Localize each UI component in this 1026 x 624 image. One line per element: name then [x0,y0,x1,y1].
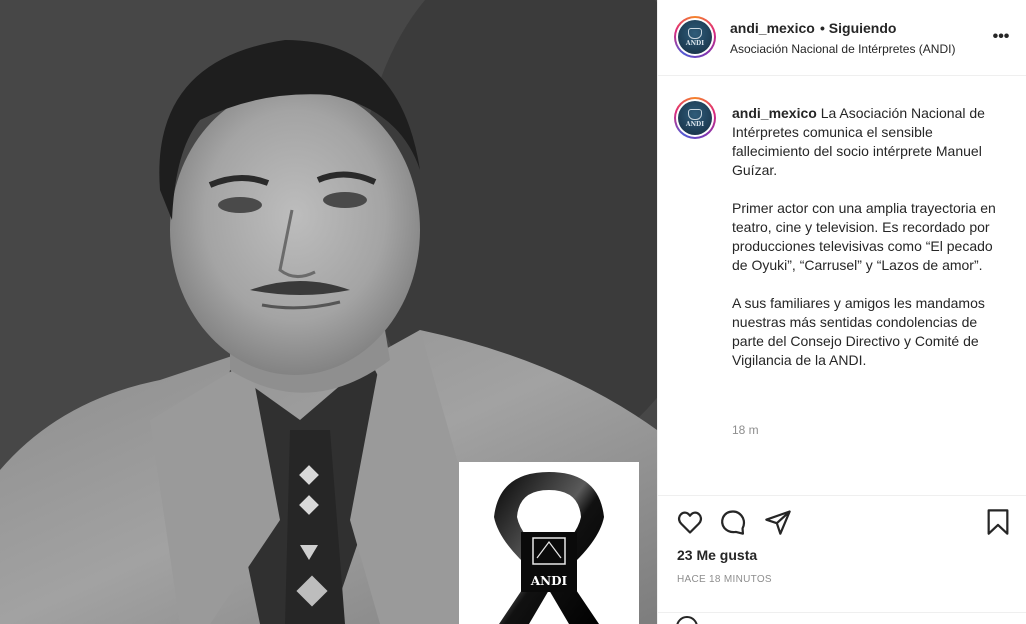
ribbon-logo-text: ANDI [530,574,568,588]
share-icon[interactable] [764,508,792,536]
profile-avatar[interactable]: ANDI [674,16,716,58]
caption-paragraph-3: A sus familiares y amigos les mandamos n… [732,295,985,368]
mourning-ribbon-icon: ANDI [494,472,604,624]
caption-avatar[interactable]: ANDI [674,97,716,139]
username-link[interactable]: andi_mexico [730,20,815,36]
bookmark-icon[interactable] [984,508,1012,536]
post-time-ago[interactable]: HACE 18 MINUTOS [677,574,772,585]
caption-username-link[interactable]: andi_mexico [732,105,817,121]
caption-paragraph-2: Primer actor con una amplia trayectoria … [732,200,996,273]
profile-subtitle[interactable]: Asociación Nacional de Intérpretes (ANDI… [730,42,955,56]
comments-area[interactable]: ANDI andi_mexico La Asociación Nacional … [658,77,1026,495]
post-header: ANDI andi_mexico • Siguiendo Asociación … [658,0,1026,76]
post-side-panel: ANDI andi_mexico • Siguiendo Asociación … [657,0,1026,624]
comment-icon[interactable] [719,508,747,536]
caption-avatar-text: ANDI [685,120,705,128]
post-image[interactable]: ANDI [0,0,657,624]
follow-status-button[interactable]: • Siguiendo [820,20,896,36]
heart-icon[interactable] [676,508,704,536]
emoji-icon[interactable] [676,616,698,624]
caption-timestamp[interactable]: 18 m [732,423,759,437]
mourning-ribbon-card: ANDI [459,462,639,624]
avatar-text: ANDI [685,39,705,47]
comment-bar[interactable] [658,612,1026,624]
likes-count[interactable]: 23 Me gusta [677,547,757,563]
action-bar: 23 Me gusta HACE 18 MINUTOS [658,495,1026,624]
more-options-icon[interactable]: ••• [991,27,1011,47]
post-caption: andi_mexico La Asociación Nacional de In… [732,104,1004,389]
